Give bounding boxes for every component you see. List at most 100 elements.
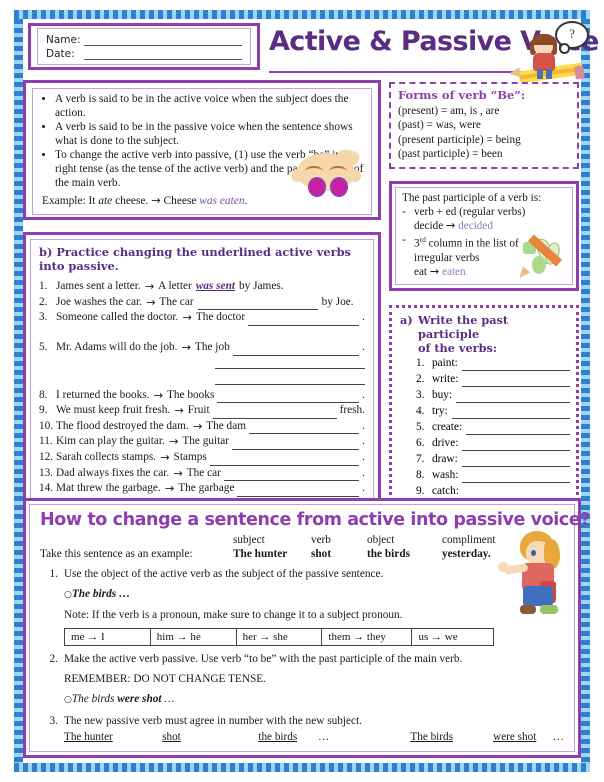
answer-blank[interactable] [456,390,570,403]
answer-blank[interactable] [451,406,570,419]
answer-blank[interactable] [232,437,360,450]
pp-example-1: decide → decided [402,219,566,233]
section-a-heading-2: of the verbs: [418,340,498,355]
item-passive-start: The guitar [182,435,230,448]
answer-blank[interactable] [466,422,570,435]
step-1-note: Note: If the verb is a pronoun, make sur… [64,609,403,621]
example-sentence-row: Take this sentence as an example: The hu… [40,547,564,561]
arrow-icon: → [160,450,170,464]
answer-blank[interactable] [215,372,365,385]
item-passive-start: Stamps [173,450,207,463]
practice-item-3: 3. Someone called the doctor. → The doct… [39,310,365,326]
right-column: Forms of verb “Be”: (present) = am, is ,… [389,80,579,508]
worksheet-content: Name: Date: Active & Passive Voice ? • A… [23,19,599,763]
answer-blank[interactable] [462,374,570,387]
step-2-example: ○The birds were shot … [64,692,564,708]
circle-bullet-icon: ○ [64,590,72,600]
answer-blank[interactable] [223,468,360,482]
verb-item-8: 8. wash: [416,467,570,483]
item-active: James sent a letter. [56,280,141,293]
pp-rule-1: - verb + ed (regular verbs) [402,205,566,219]
item-active: Dad always fixes the car. [56,466,170,479]
pencil-eraser-icon [574,65,585,80]
answer-blank[interactable] [217,390,360,404]
answer-blank[interactable] [212,406,337,419]
name-input-line[interactable] [84,34,242,46]
girl-leg-left [537,69,543,79]
peeking-face-illustration [291,146,363,197]
example-word-object: the birds [367,548,410,560]
answer-blank[interactable] [461,358,570,371]
dash-icon: - [402,205,406,218]
page-title: Active & Passive Voice [269,26,599,57]
item-tail: . [362,435,365,448]
answer-blank[interactable] [232,343,360,356]
item-number: 1. [39,280,48,293]
transform-word-hunter: The hunter [64,731,113,743]
item-active: I returned the books. [56,388,150,401]
item-active: Sarah collects stamps. [56,450,157,463]
step-1-example: ○The birds … [64,587,564,603]
verb-item-2: 2. write: [416,371,570,387]
date-input-line[interactable] [84,48,242,60]
answer-blank[interactable] [209,453,360,466]
practice-item-12: 12. Sarah collects stamps. → Stamps . [39,450,365,466]
spacer-item-4 [39,326,365,340]
answer-blank[interactable] [462,438,570,451]
verb-item-5: 5. create: [416,419,570,435]
pencil-tip-icon [508,67,521,79]
item-number: 14. [39,482,54,495]
step-1-example-text: The birds … [71,588,131,600]
item-passive-start: The dam [206,419,247,432]
past-participle-box: The past participle of a verb is: - verb… [389,180,579,291]
name-label: Name: [46,34,81,46]
table-row: me → I him → he her → she them → they us… [64,628,494,646]
arrow-icon: → [174,404,184,418]
verb-label: catch: [432,484,459,497]
step-2-text: Make the active verb passive. Use verb “… [64,653,463,665]
answer-blank[interactable] [249,421,360,435]
practice-item-5: 5. Mr. Adams will do the job. → The job … [39,340,365,356]
item-number: 3. [416,388,425,401]
item-number: 7. [416,452,425,465]
pp-ex2-prefix: eat [414,266,430,279]
item-tail: . [362,466,365,479]
arrow-icon: → [429,265,440,279]
answer-blank[interactable] [461,454,570,467]
practice-item-9: 9. We must keep fruit fresh. → Fruit fre… [39,403,365,419]
fairy-body [532,255,546,274]
item-number: 2. [39,295,48,308]
boy-pointing-illustration [498,529,572,621]
item-answer: was sent [195,280,235,293]
example-word-subject: The hunter [233,548,288,560]
answer-blank[interactable] [462,486,570,499]
definitions-box: A verb is said to be in the active voice… [23,80,381,221]
bottom-section: How to change a sentence from active int… [23,498,590,758]
answer-blank[interactable] [215,356,365,369]
answer-blank[interactable] [248,313,360,326]
practice-item-2: 2. Joe washes the car. → The car by Joe. [39,295,365,311]
step-number: 2. [49,653,58,665]
answer-blank[interactable] [237,484,360,497]
step-number: 3. [49,715,58,727]
face-brow-left [305,166,323,177]
be-form-line: (past) = was, were [398,119,481,132]
arrow-icon: → [144,280,155,294]
example-passive-verb: was eaten [199,195,245,208]
label-compliment: compliment [442,534,496,546]
item-active: The flood destroyed the dam. [56,419,189,432]
pronoun-cell: us → we [411,628,494,646]
boy-shoe-left [520,605,536,614]
section-a-heading-1: Write the past participle [418,312,509,341]
item-number: 10. [39,419,54,432]
transform-word-shot: shot [162,731,181,743]
answer-blank[interactable] [197,297,318,311]
arrow-icon: → [168,435,179,449]
boy-pants [523,586,553,606]
item-number: 1. [416,356,425,369]
item-active: Kim can play the guitar. [56,435,165,448]
answer-blank[interactable] [462,470,570,483]
section-b-title: b) Practice changing the underlined acti… [39,245,365,273]
